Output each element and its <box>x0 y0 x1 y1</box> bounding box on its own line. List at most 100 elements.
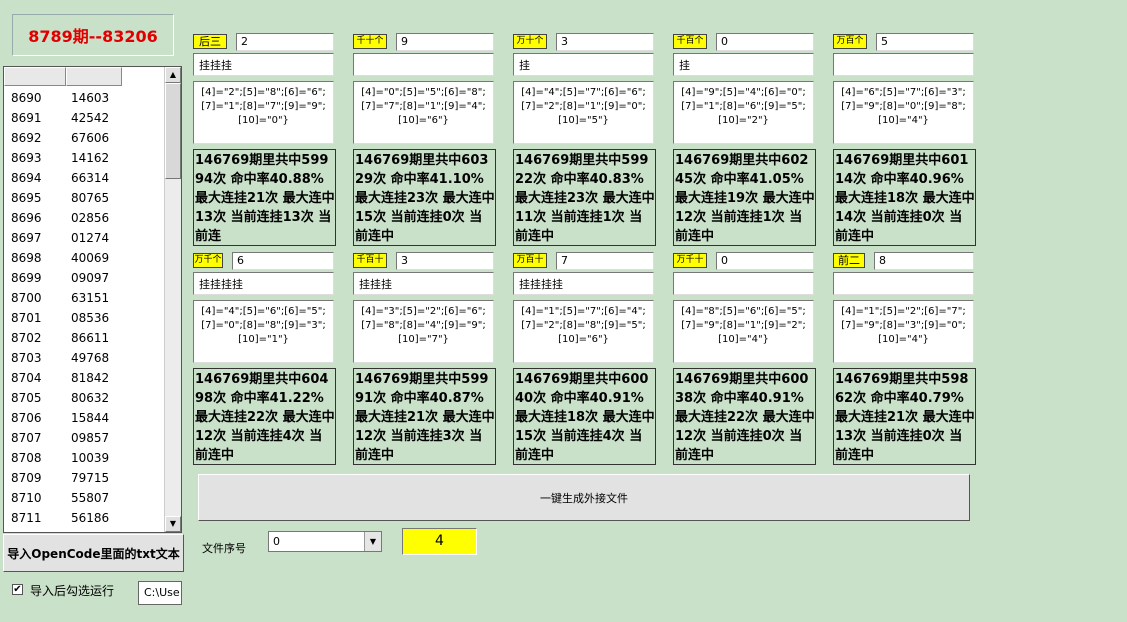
import-txt-button[interactable]: 导入OpenCode里面的txt文本 <box>3 534 184 572</box>
list-item[interactable]: 8691 42542 <box>4 108 166 128</box>
draw-code: 79715 <box>71 471 110 485</box>
code-mapping-box[interactable]: [4]="8";[5]="6";[6]="5"; [7]="9";[8]="1"… <box>673 300 814 363</box>
list-item[interactable]: 8705 80632 <box>4 388 166 408</box>
position-tag: 万千个 <box>193 253 223 268</box>
list-item[interactable]: 8700 63151 <box>4 288 166 308</box>
issue-number: 8699 <box>11 271 42 285</box>
list-item[interactable]: 8707 09857 <box>4 428 166 448</box>
column-header-issue[interactable] <box>4 67 66 86</box>
code-mapping-box[interactable]: [4]="6";[5]="7";[6]="3"; [7]="9";[8]="0"… <box>833 81 974 144</box>
file-index-value: 0 <box>273 535 280 548</box>
list-item[interactable]: 8697 01274 <box>4 228 166 248</box>
issue-number: 8697 <box>11 231 42 245</box>
list-item[interactable]: 8694 66314 <box>4 168 166 188</box>
position-tag: 万百十 <box>513 253 547 268</box>
position-tag: 万千十 <box>673 253 707 268</box>
issue-number: 8691 <box>11 111 42 125</box>
issue-number: 8706 <box>11 411 42 425</box>
list-item[interactable]: 8696 02856 <box>4 208 166 228</box>
result-text-field[interactable]: 挂 <box>513 53 654 76</box>
code-mapping-box[interactable]: [4]="4";[5]="7";[6]="6"; [7]="2";[8]="1"… <box>513 81 654 144</box>
list-item[interactable]: 8701 08536 <box>4 308 166 328</box>
position-value-input[interactable]: 7 <box>556 252 654 270</box>
position-tag: 前二 <box>833 253 865 268</box>
list-item[interactable]: 8698 40069 <box>4 248 166 268</box>
position-value-input[interactable]: 0 <box>716 33 814 51</box>
list-item[interactable]: 8692 67606 <box>4 128 166 148</box>
position-value-input[interactable]: 3 <box>556 33 654 51</box>
draw-code: 01274 <box>71 231 110 245</box>
draw-code: 02856 <box>71 211 110 225</box>
list-item[interactable]: 8695 80765 <box>4 188 166 208</box>
list-item[interactable]: 8708 10039 <box>4 448 166 468</box>
scroll-thumb[interactable] <box>165 83 181 179</box>
stats-box: 146769期里共中59922次 命中率40.83% 最大连挂23次 最大连中1… <box>513 149 656 246</box>
code-mapping-box[interactable]: [4]="1";[5]="2";[6]="7"; [7]="9";[8]="3"… <box>833 300 974 363</box>
issue-number: 8693 <box>11 151 42 165</box>
issue-number: 8701 <box>11 311 42 325</box>
draw-code: 14162 <box>71 151 110 165</box>
draw-code: 67606 <box>71 131 110 145</box>
issue-number: 8711 <box>11 511 42 525</box>
chevron-down-icon[interactable]: ▼ <box>364 532 381 551</box>
code-mapping-box[interactable]: [4]="4";[5]="6";[6]="5"; [7]="0";[8]="8"… <box>193 300 334 363</box>
history-list[interactable]: 8690 14603 8691 42542 8692 67606 8693 14162 8694… <box>3 66 182 533</box>
generate-file-button[interactable]: 一键生成外接文件 <box>198 474 970 521</box>
file-index-select[interactable]: 0 ▼ <box>268 531 382 552</box>
list-scrollbar[interactable]: ▲ ▼ <box>164 67 181 532</box>
file-index-label: 文件序号 <box>202 542 246 555</box>
stats-box: 146769期里共中59994次 命中率40.88% 最大连挂21次 最大连中1… <box>193 149 336 246</box>
list-item[interactable]: 8710 55807 <box>4 488 166 508</box>
issue-number: 8695 <box>11 191 42 205</box>
draw-code: 81842 <box>71 371 110 385</box>
code-mapping-box[interactable]: [4]="0";[5]="5";[6]="8"; [7]="7";[8]="1"… <box>353 81 494 144</box>
list-item[interactable]: 8703 49768 <box>4 348 166 368</box>
code-mapping-box[interactable]: [4]="9";[5]="4";[6]="0"; [7]="1";[8]="6"… <box>673 81 814 144</box>
column-header-code[interactable] <box>66 67 122 86</box>
position-value-input[interactable]: 2 <box>236 33 334 51</box>
auto-run-checkbox[interactable]: ✔ <box>12 584 23 595</box>
stats-box: 146769期里共中60329次 命中率41.10% 最大连挂23次 最大连中1… <box>353 149 496 246</box>
code-mapping-box[interactable]: [4]="2";[5]="8";[6]="6"; [7]="1";[8]="7"… <box>193 81 334 144</box>
position-value-input[interactable]: 9 <box>396 33 494 51</box>
position-value-input[interactable]: 3 <box>396 252 494 270</box>
list-item[interactable]: 8693 14162 <box>4 148 166 168</box>
result-text-field[interactable] <box>833 53 974 76</box>
list-item[interactable]: 8699 09097 <box>4 268 166 288</box>
code-mapping-box[interactable]: [4]="3";[5]="2";[6]="6"; [7]="8";[8]="4"… <box>353 300 494 363</box>
result-text-field[interactable]: 挂挂挂挂 <box>513 272 654 295</box>
list-item[interactable]: 8706 15844 <box>4 408 166 428</box>
draw-code: 49768 <box>71 351 110 365</box>
stats-box: 146769期里共中60114次 命中率40.96% 最大连挂18次 最大连中1… <box>833 149 976 246</box>
draw-code: 08536 <box>71 311 110 325</box>
issue-number: 8707 <box>11 431 42 445</box>
issue-number: 8709 <box>11 471 42 485</box>
position-value-input[interactable]: 6 <box>232 252 334 270</box>
code-mapping-box[interactable]: [4]="1";[5]="7";[6]="4"; [7]="2";[8]="8"… <box>513 300 654 363</box>
result-text-field[interactable]: 挂挂挂挂 <box>193 272 334 295</box>
position-value-input[interactable]: 0 <box>716 252 814 270</box>
draw-code: 10039 <box>71 451 110 465</box>
result-text-field[interactable] <box>833 272 974 295</box>
result-text-field[interactable] <box>353 53 494 76</box>
result-text-field[interactable]: 挂挂挂 <box>353 272 494 295</box>
path-input[interactable]: C:\Use <box>138 581 182 605</box>
list-item[interactable]: 8704 81842 <box>4 368 166 388</box>
issue-number: 8710 <box>11 491 42 505</box>
list-item[interactable]: 8690 14603 <box>4 88 166 108</box>
result-text-field[interactable] <box>673 272 814 295</box>
scroll-down-icon[interactable]: ▼ <box>165 516 181 532</box>
result-text-field[interactable]: 挂挂挂 <box>193 53 334 76</box>
position-value-input[interactable]: 8 <box>874 252 974 270</box>
position-value-input[interactable]: 5 <box>876 33 974 51</box>
list-item[interactable]: 8711 56186 <box>4 508 166 528</box>
list-item[interactable]: 8709 79715 <box>4 468 166 488</box>
count-display: 4 <box>402 528 477 555</box>
issue-number: 8702 <box>11 331 42 345</box>
result-text-field[interactable]: 挂 <box>673 53 814 76</box>
position-tag: 千百十 <box>353 253 387 268</box>
draw-code: 09097 <box>71 271 110 285</box>
position-tag: 万百个 <box>833 34 867 49</box>
list-item[interactable]: 8702 86611 <box>4 328 166 348</box>
scroll-up-icon[interactable]: ▲ <box>165 67 181 83</box>
